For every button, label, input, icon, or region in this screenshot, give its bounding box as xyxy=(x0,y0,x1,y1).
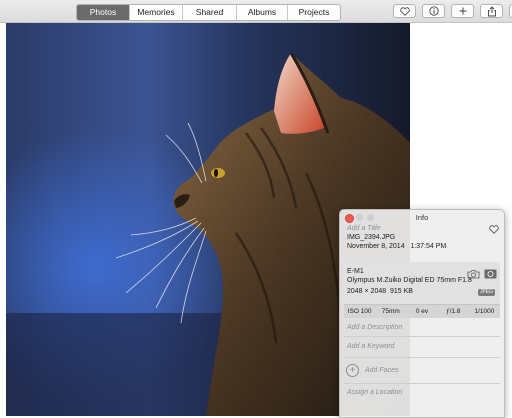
filesize-text: 915 KB xyxy=(390,288,413,295)
info-panel: Info Add a Title IMG_2394.JPG November 8… xyxy=(339,209,505,418)
divider xyxy=(344,336,500,337)
add-faces-icon[interactable]: + xyxy=(346,364,359,377)
camera-icon xyxy=(467,270,480,279)
plus-icon xyxy=(459,7,466,15)
date-text: November 8, 2014 xyxy=(347,243,405,250)
share-button[interactable] xyxy=(480,4,503,18)
location-field[interactable]: Assign a Location xyxy=(347,389,402,396)
description-field[interactable]: Add a Description xyxy=(347,324,402,331)
info-button[interactable] xyxy=(422,4,445,18)
time-text: 1:37:54 PM xyxy=(410,243,447,250)
toolbar: Photos Memories Shared Albums Projects xyxy=(0,0,512,23)
focal-length-value: 75mm xyxy=(381,308,400,315)
tab-albums[interactable]: Albums xyxy=(237,5,288,20)
tab-shared[interactable]: Shared xyxy=(183,5,237,20)
tab-projects[interactable]: Projects xyxy=(288,5,340,20)
tab-photos[interactable]: Photos xyxy=(77,5,130,20)
aperture-value: ƒ/1.8 xyxy=(445,308,461,315)
add-to-button[interactable] xyxy=(451,4,474,18)
date-time-text: November 8, 2014 1:37:54 PM xyxy=(347,243,446,250)
heart-icon[interactable] xyxy=(489,225,499,234)
exposure-bias-value: 0 ev xyxy=(415,308,429,315)
size-text: 2048 × 2048 915 KB xyxy=(347,288,413,295)
title-field[interactable]: Add a Title xyxy=(347,225,380,232)
iso-value: ISO 100 xyxy=(347,308,372,315)
info-window-title: Info xyxy=(415,213,429,222)
share-icon xyxy=(487,5,496,16)
exposure-icon xyxy=(484,269,497,279)
exif-box: E-M1 Olympus M.Zuiko Digital ED 75mm F1.… xyxy=(344,262,500,318)
divider xyxy=(344,357,500,358)
filename-text: IMG_2394.JPG xyxy=(347,234,396,241)
add-faces-field[interactable]: Add Faces xyxy=(365,367,398,374)
format-badge: JPEG xyxy=(478,289,496,296)
camera-model: E-M1 xyxy=(347,268,364,275)
keyword-field[interactable]: Add a Keyword xyxy=(347,343,394,350)
info-icon xyxy=(428,6,439,16)
dimensions-text: 2048 × 2048 xyxy=(347,288,387,295)
divider xyxy=(344,383,500,384)
tab-memories[interactable]: Memories xyxy=(130,5,183,20)
exif-row: ISO 100 75mm 0 ev ƒ/1.8 1/1000 xyxy=(344,304,500,318)
shutter-value: 1/1000 xyxy=(474,308,495,315)
view-tabs: Photos Memories Shared Albums Projects xyxy=(76,4,341,21)
favorite-button[interactable] xyxy=(393,4,416,18)
lens-model: Olympus M.Zuiko Digital ED 75mm F1.8 xyxy=(347,277,472,284)
heart-icon xyxy=(399,6,410,16)
